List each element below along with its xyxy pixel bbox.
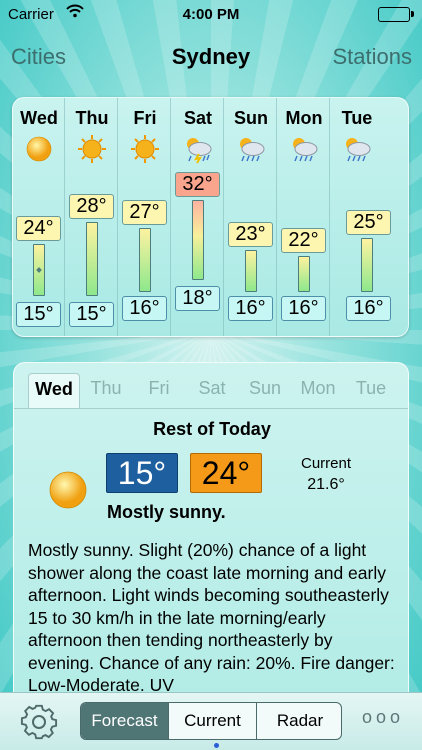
sun-icon [49,471,87,509]
low-temp: 16° [346,296,391,321]
day-column-fri[interactable]: Fri 27° 16° [119,98,171,336]
rain-cloud-icon [346,138,371,162]
bottom-toolbar: Forecast Current Radar ooo [0,692,422,750]
stations-button[interactable]: Stations [333,44,413,70]
day-column-sat[interactable]: Sat 32° 18° [172,98,224,336]
tab-divider [14,408,408,409]
forecast-text: Mostly sunny. Slight (20%) chance of a l… [28,540,395,694]
tab-sun[interactable]: Sun [239,373,291,409]
clock: 4:00 PM [182,6,240,23]
rain-cloud-icon [293,138,318,162]
low-temp: 15° [16,302,61,327]
week-overview-panel[interactable]: Wed 24° 15° Thu 28° 15° Fri 27° 16° Sat … [12,97,409,337]
status-bar: Carrier 4:00 PM [0,0,422,30]
day-detail-panel: Wed Thu Fri Sat Sun Mon Tue Rest of Toda… [13,362,409,694]
rain-cloud-icon [240,138,265,162]
high-temp: 23° [228,222,273,247]
high-temp: 27° [122,200,167,225]
radar-tab[interactable]: Radar [256,703,341,739]
low-temp: 16° [228,296,273,321]
battery-icon [378,7,414,22]
high-temp: 22° [281,228,326,253]
temp-range-bar [33,244,45,296]
view-segmented-control: Forecast Current Radar [80,702,342,740]
day-name: Sat [183,108,212,128]
sun-icon [131,135,159,163]
high-temp: 24° [16,216,61,241]
low-temp-box: 15° [106,453,178,493]
tab-sat[interactable]: Sat [186,373,238,409]
high-temp: 32° [175,172,220,197]
tab-thu[interactable]: Thu [80,373,132,409]
condition-summary: Mostly sunny. [107,502,226,522]
day-name: Wed [20,108,58,128]
temp-range-bar [245,250,257,292]
day-name: Tue [341,108,373,128]
current-label: Current [300,455,352,472]
day-name: Fri [133,108,157,128]
radar-indicator-dot [214,743,219,748]
tab-fri[interactable]: Fri [133,373,185,409]
high-temp: 28° [69,194,114,219]
forecast-tab[interactable]: Forecast [81,703,168,739]
temp-range-bar [139,228,151,292]
current-temp: 21.6° [307,476,345,493]
low-temp: 16° [122,296,167,321]
sun-icon [26,136,52,162]
day-name: Sun [234,108,268,128]
thunderstorm-icon [187,138,212,164]
temp-range-bar [298,256,310,292]
high-temp: 25° [346,210,391,235]
day-name: Thu [75,108,109,128]
day-column-tue[interactable]: Tue 25° 16° [331,98,391,336]
tab-mon[interactable]: Mon [292,373,344,409]
day-tabs: Wed Thu Fri Sat Sun Mon Tue [14,363,408,409]
day-name: Mon [285,108,323,128]
current-tab[interactable]: Current [168,703,256,739]
nav-bar: Cities Sydney Stations [0,30,422,82]
low-temp: 16° [281,296,326,321]
period-title: Rest of Today [153,419,271,439]
day-column-wed[interactable]: Wed 24° 15° [13,98,65,336]
tab-tue[interactable]: Tue [345,373,397,409]
tab-wed[interactable]: Wed [28,373,80,409]
high-temp-box: 24° [190,453,262,493]
temp-range-bar [86,222,98,296]
sun-icon [78,135,106,163]
gear-icon[interactable] [20,703,58,741]
low-temp: 18° [175,286,220,311]
more-button[interactable]: ooo [362,707,404,728]
temp-range-bar [192,200,204,280]
day-column-thu[interactable]: Thu 28° 15° [66,98,118,336]
day-column-sun[interactable]: Sun 23° 16° [225,98,277,336]
temp-range-bar [361,238,373,292]
day-column-mon[interactable]: Mon 22° 16° [278,98,330,336]
low-temp: 15° [69,302,114,327]
